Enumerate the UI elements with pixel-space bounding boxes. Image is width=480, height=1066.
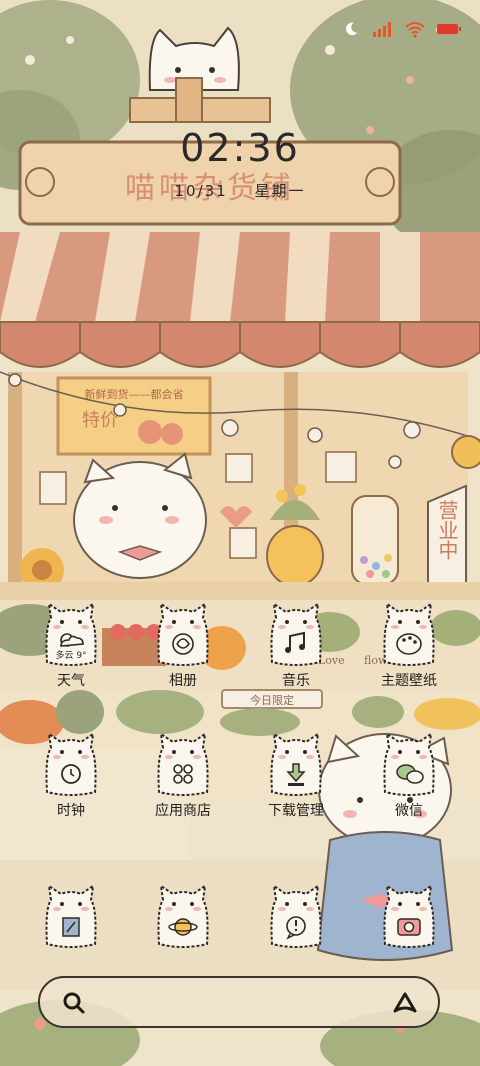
notes-icon — [41, 882, 101, 948]
weekday-text: 星期一 — [254, 182, 306, 200]
board-text-2: 特价 — [82, 410, 118, 431]
app-label: 相册 — [169, 673, 197, 689]
assistant-icon[interactable] — [392, 991, 418, 1015]
app-themes[interactable]: 主题壁纸 — [354, 600, 464, 710]
app-wechat[interactable]: 微信 — [354, 730, 464, 840]
status-icons — [340, 20, 462, 38]
app-label: 应用商店 — [155, 803, 211, 819]
weather-icon: 多云 9° — [41, 600, 101, 666]
app-label: 音乐 — [282, 673, 310, 689]
search-icon[interactable] — [62, 991, 86, 1015]
app-label: 微信 — [395, 803, 423, 819]
battery-icon — [437, 24, 461, 34]
signal-icon — [373, 22, 391, 37]
weather-widget-text: 多云 9° — [55, 651, 87, 661]
app-label: 天气 — [57, 673, 85, 689]
alarm-clock-icon — [41, 730, 101, 796]
app-store[interactable]: 应用商店 — [128, 730, 238, 840]
side-sign-text: 营业中 — [435, 500, 459, 560]
palette-icon — [379, 600, 439, 666]
date-text: 10/31 — [174, 182, 228, 200]
app-weather[interactable]: 多云 9° 天气 — [16, 600, 126, 710]
camera-icon — [379, 882, 439, 948]
app-gallery[interactable]: 相册 — [128, 600, 238, 710]
app-clock[interactable]: 时钟 — [16, 730, 126, 840]
search-bar[interactable] — [38, 976, 440, 1028]
music-icon — [266, 600, 326, 666]
app-label: 时钟 — [57, 803, 85, 819]
wechat-icon — [379, 730, 439, 796]
app-label: 下载管理 — [268, 803, 324, 819]
moon-icon — [345, 22, 358, 36]
download-icon — [266, 730, 326, 796]
browser-icon — [153, 882, 213, 948]
app-music[interactable]: 音乐 — [241, 600, 351, 710]
app-downloads[interactable]: 下载管理 — [241, 730, 351, 840]
board-text-1: 新鲜到货——都会省 — [85, 387, 184, 401]
app-label: 主题壁纸 — [381, 673, 437, 689]
gallery-icon — [153, 600, 213, 666]
wifi-icon — [405, 22, 425, 38]
messages-icon — [266, 882, 326, 948]
lockscreen-time: 02:36 — [180, 126, 300, 170]
lockscreen-date-row: 10/31 星期一 — [0, 180, 480, 201]
status-bar — [0, 0, 480, 56]
app-store-icon — [153, 730, 213, 796]
